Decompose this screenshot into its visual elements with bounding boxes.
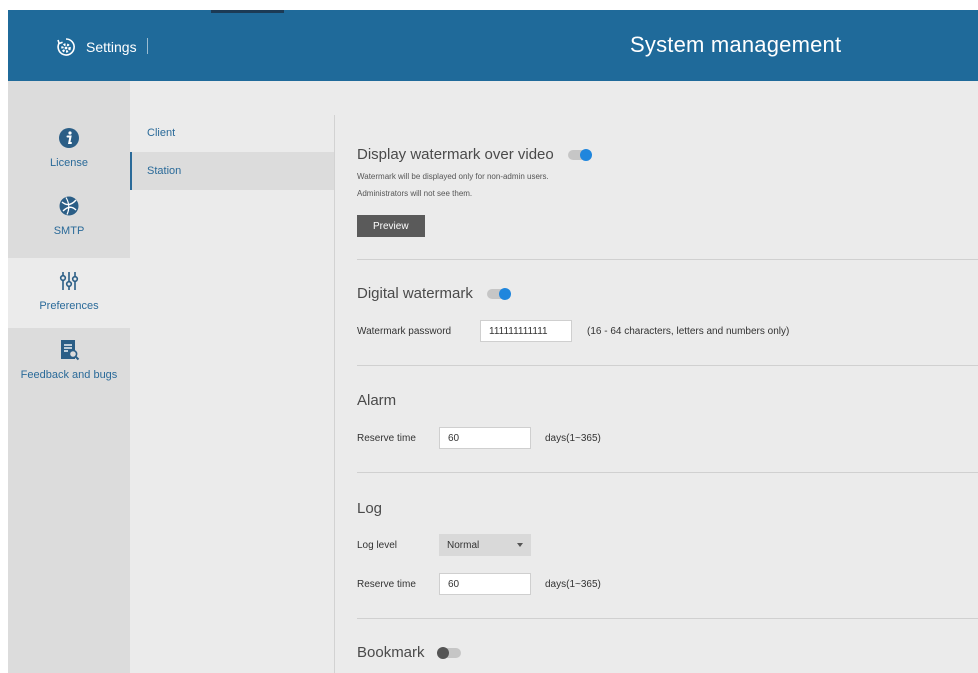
app-window: Settings System management License SMTP (8, 10, 978, 673)
sidebar-item-label: Preferences (39, 300, 99, 312)
log-section-title: Log (357, 500, 382, 517)
subnav-item-label: Client (147, 127, 176, 139)
subnav-item-client[interactable]: Client (130, 114, 334, 152)
sidebar-item-license[interactable]: License (8, 127, 130, 169)
toggle-knob (498, 287, 511, 300)
alarm-reserve-time-field[interactable]: 60 (439, 427, 531, 449)
page-title: System management (630, 32, 842, 57)
section-title-text: Log (357, 500, 383, 517)
subnav-item-station[interactable]: Station (130, 152, 334, 190)
log-reserve-time-label: Reserve time (357, 579, 416, 590)
section-divider (357, 618, 978, 619)
toggle-knob (436, 646, 449, 659)
chevron-down-icon (517, 543, 523, 547)
main-content: Display watermark over video Watermark w… (335, 81, 978, 673)
section-title-text: Digital watermark (357, 285, 473, 302)
watermark-password-label: Watermark password (357, 326, 452, 337)
digital-watermark-toggle[interactable] (486, 287, 511, 300)
display-watermark-section-title: Display watermark over video (357, 146, 592, 163)
log-reserve-time-note: days(1~365) (545, 579, 601, 590)
section-title-text: Display watermark over video (357, 146, 554, 163)
report-icon (61, 340, 80, 361)
sidebar-item-feedback[interactable]: Feedback and bugs (8, 339, 130, 381)
watermark-password-field[interactable]: 111111111111 (480, 320, 572, 342)
log-level-label: Log level (357, 540, 398, 551)
info-icon (59, 128, 79, 148)
display-watermark-toggle[interactable] (567, 148, 592, 161)
sidebar-item-label: SMTP (53, 225, 85, 237)
section-title-text: Alarm (357, 392, 397, 409)
log-reserve-time-field[interactable]: 60 (439, 573, 531, 595)
alarm-reserve-time-label: Reserve time (357, 433, 416, 444)
active-tab-indicator (211, 10, 284, 13)
header-bar: Settings System management (8, 10, 978, 81)
globe-icon (59, 196, 79, 216)
sidebar-item-smtp[interactable]: SMTP (8, 195, 130, 237)
alarm-section-title: Alarm (357, 392, 396, 409)
bookmark-section-title: Bookmark (357, 644, 461, 661)
alarm-reserve-time-note: days(1~365) (545, 433, 601, 444)
bookmark-toggle[interactable] (436, 646, 461, 659)
sliders-icon (59, 272, 79, 290)
sidebar-item-label: Feedback and bugs (20, 369, 118, 381)
section-title-text: Bookmark (357, 644, 425, 661)
toggle-knob (579, 148, 592, 161)
watermark-password-note: (16 - 64 characters, letters and numbers… (587, 326, 790, 337)
log-level-select[interactable]: Normal (439, 534, 531, 556)
sidebar: License SMTP Preferences Feedback and bu… (8, 81, 130, 673)
section-divider (357, 472, 978, 473)
digital-watermark-section-title: Digital watermark (357, 285, 511, 302)
section-divider (357, 259, 978, 260)
subnav: Client Station (130, 81, 334, 673)
sidebar-item-preferences[interactable]: Preferences (8, 258, 130, 328)
log-level-value: Normal (447, 539, 480, 551)
preview-button[interactable]: Preview (357, 215, 425, 237)
subnav-item-label: Station (147, 165, 182, 177)
sidebar-item-label: License (50, 157, 88, 169)
section-divider (357, 365, 978, 366)
display-watermark-hint-1: Watermark will be displayed only for non… (357, 172, 549, 181)
display-watermark-hint-2: Administrators will not see them. (357, 189, 473, 198)
